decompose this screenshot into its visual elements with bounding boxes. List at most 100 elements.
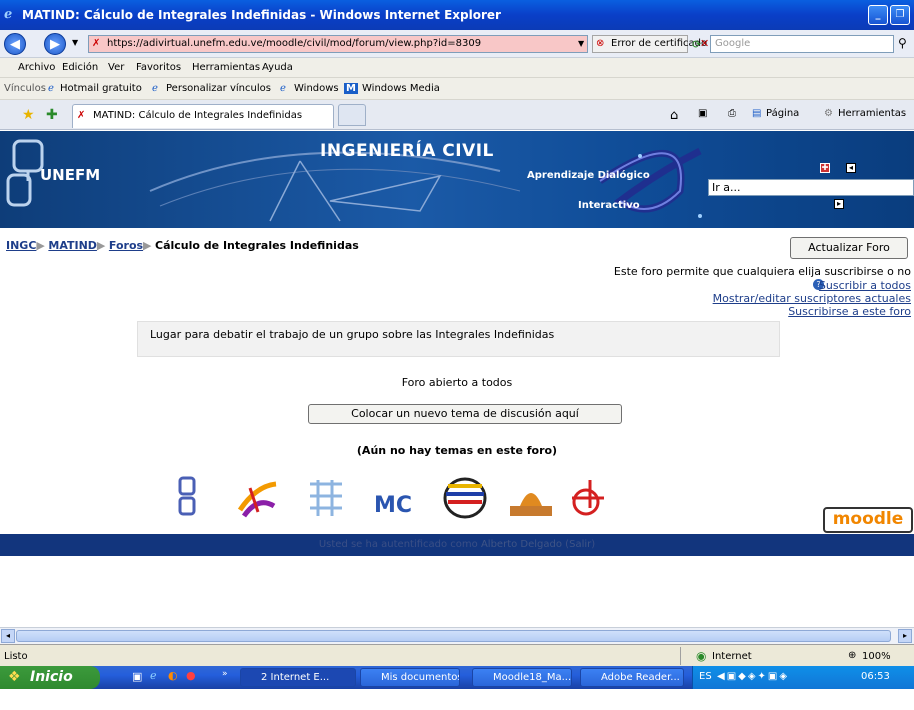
jump-to-select[interactable]: Ir a... — [708, 179, 914, 196]
subscription-info: Este foro permite que cualquiera elija s… — [613, 265, 911, 278]
flag-icon[interactable]: ✚ — [820, 163, 830, 173]
maximize-button[interactable]: ❐ — [890, 5, 910, 25]
tab-matind[interactable]: ✗ MATIND: Cálculo de Integrales Indefini… — [72, 104, 334, 128]
menu-ayuda[interactable]: Ayuda — [262, 62, 293, 73]
favorites-star-icon[interactable]: ★ — [22, 107, 35, 123]
show-subscribers-link[interactable]: Mostrar/editar suscriptores actuales — [713, 292, 911, 305]
window-title: MATIND: Cálculo de Integrales Indefinida… — [22, 8, 501, 22]
link-windows[interactable]: Windows — [294, 83, 339, 94]
zone-text: Internet — [712, 651, 752, 662]
address-url-text: https://adivirtual.unefm.edu.ve/moodle/c… — [107, 38, 482, 49]
menu-herramientas[interactable]: Herramientas — [192, 62, 260, 73]
minimize-button[interactable]: _ — [868, 5, 888, 25]
svg-text:MC: MC — [374, 493, 412, 518]
fundacite-logo-icon[interactable] — [506, 476, 556, 520]
link-personalizar[interactable]: Personalizar vínculos — [166, 83, 271, 94]
quicklaunch-desktop-icon[interactable]: ▣ — [132, 670, 142, 683]
update-forum-button[interactable]: Actualizar Foro — [790, 237, 908, 259]
quicklaunch-opera-icon[interactable]: ● — [186, 669, 196, 682]
scroll-thumb[interactable] — [16, 630, 891, 642]
print-icon[interactable]: ⎙ — [728, 108, 736, 119]
moodle-logo[interactable]: moodle — [823, 507, 913, 533]
cert-error-button[interactable]: ⊗ Error de certificado — [592, 35, 707, 53]
window-titlebar[interactable]: ℯ MATIND: Cálculo de Integrales Indefini… — [0, 0, 914, 30]
task-moodle18[interactable]: Moodle18_Ma... — [472, 668, 572, 687]
no-topics-label: (Aún no hay temas en este foro) — [356, 444, 558, 457]
page-menu-button[interactable]: Página — [766, 108, 799, 119]
address-dropdown-icon[interactable]: ▼ — [578, 39, 584, 48]
taskbar: ❖ Inicio ▣ ℯ ◐ ● » 2 Internet E... Mis d… — [0, 666, 914, 704]
tools-gear-icon: ⚙ — [824, 108, 833, 119]
tray-icons[interactable]: ◀▣◆◈✦▣◈ — [717, 666, 789, 688]
menu-edicion[interactable]: Edición — [62, 62, 98, 73]
breadcrumb-matind[interactable]: MATIND — [48, 239, 97, 252]
zoom-level[interactable]: 100% — [862, 651, 891, 662]
scroll-left-button[interactable]: ◂ — [1, 629, 15, 643]
breadcrumb-ingc[interactable]: INGC — [6, 239, 36, 252]
login-info: Usted se ha autentificado como — [318, 539, 478, 550]
stop-icon[interactable]: ✕ — [700, 37, 709, 50]
link-windows-media[interactable]: Windows Media — [362, 83, 440, 94]
new-tab-button[interactable] — [338, 104, 366, 126]
forum-intro: Lugar para debatir el trabajo de un grup… — [137, 321, 780, 357]
page-footer: Usted se ha autentificado como Alberto D… — [0, 534, 914, 556]
clock[interactable]: 06:53 p.m. — [861, 666, 914, 710]
back-button[interactable]: ◀ — [4, 33, 26, 55]
page-icon: ▤ — [752, 108, 762, 119]
site-banner: INGENIERÍA CIVIL UNEFM Aprendizaje Dialó… — [0, 131, 914, 228]
breadcrumb-separator: ▶ — [36, 239, 49, 252]
user-link[interactable]: Alberto Delgado — [481, 539, 562, 550]
breadcrumb-separator: ▶ — [96, 239, 109, 252]
links-label: Vínculos — [4, 83, 46, 94]
breadcrumb-separator: ▶ — [143, 239, 156, 252]
search-icon[interactable]: ⚲ — [898, 36, 907, 50]
horizontal-scrollbar[interactable]: ◂ ▸ — [0, 627, 914, 644]
cert-warning-icon: ✗ — [92, 38, 101, 49]
forward-button[interactable]: ▶ — [44, 33, 66, 55]
system-tray: ES ◀▣◆◈✦▣◈ 06:53 p.m. — [692, 666, 914, 704]
new-topic-button[interactable]: Colocar un nuevo tema de discusión aquí — [308, 404, 622, 424]
task-mis-documentos[interactable]: Mis documentos — [360, 668, 460, 687]
subscribe-forum-link[interactable]: Suscribirse a este foro — [788, 305, 911, 318]
menu-favoritos[interactable]: Favoritos — [136, 62, 181, 73]
bolivar-logo-icon[interactable] — [440, 476, 490, 520]
logout-link[interactable]: Salir — [569, 539, 591, 550]
swoosh-logo-icon[interactable] — [236, 476, 280, 520]
task-adobe-reader[interactable]: Adobe Reader... — [580, 668, 684, 687]
breadcrumb: INGC▶ MATIND▶ Foros▶ Cálculo de Integral… — [6, 239, 359, 252]
start-button[interactable]: ❖ Inicio — [0, 666, 100, 689]
subscribe-all-link[interactable]: Suscribir a todos — [819, 279, 911, 292]
breadcrumb-current: Cálculo de Integrales Indefinidas — [155, 239, 359, 252]
feeds-icon[interactable]: ▣ — [698, 108, 707, 119]
status-bar: Listo ◉ Internet ⊕ 100% — [0, 644, 914, 666]
quicklaunch-firefox-icon[interactable]: ◐ — [168, 669, 178, 682]
history-dropdown-icon[interactable]: ▼ — [72, 38, 78, 47]
task-internet-explorer[interactable]: 2 Internet E... — [240, 668, 356, 687]
menu-archivo[interactable]: Archivo — [18, 62, 55, 73]
quicklaunch-ie-icon[interactable]: ℯ — [150, 669, 157, 682]
home-icon[interactable]: ⌂ — [670, 108, 678, 123]
mc-logo-icon[interactable]: MC — [372, 476, 418, 520]
tools-menu-button[interactable]: Herramientas — [838, 108, 906, 119]
jump-prev-button[interactable]: ◂ — [846, 163, 856, 173]
search-input[interactable]: Google — [710, 35, 894, 53]
breadcrumb-foros[interactable]: Foros — [109, 239, 143, 252]
scroll-right-button[interactable]: ▸ — [898, 629, 912, 643]
link-hotmail[interactable]: Hotmail gratuito — [60, 83, 142, 94]
links-bar: Vínculos ℯ Hotmail gratuito ℯ Personaliz… — [0, 78, 914, 100]
windows-logo-icon: ❖ — [8, 669, 21, 685]
menu-ver[interactable]: Ver — [108, 62, 124, 73]
unefm-logo-icon[interactable] — [170, 476, 210, 520]
status-text: Listo — [4, 651, 28, 662]
language-indicator[interactable]: ES — [699, 666, 712, 688]
quicklaunch-expand-icon[interactable]: » — [222, 669, 228, 679]
blue-emblem-logo-icon[interactable] — [304, 476, 348, 520]
address-input[interactable]: ✗ https://adivirtual.unefm.edu.ve/moodle… — [88, 35, 588, 53]
jump-go-button[interactable]: ▸ — [834, 199, 844, 209]
banner-title: INGENIERÍA CIVIL — [320, 141, 494, 161]
windows-media-icon: M — [344, 83, 358, 94]
start-label: Inicio — [30, 669, 73, 685]
add-favorite-icon[interactable]: ✚ — [46, 107, 58, 123]
red-emblem-logo-icon[interactable] — [568, 476, 608, 520]
cert-error-icon: ⊗ — [596, 38, 605, 49]
